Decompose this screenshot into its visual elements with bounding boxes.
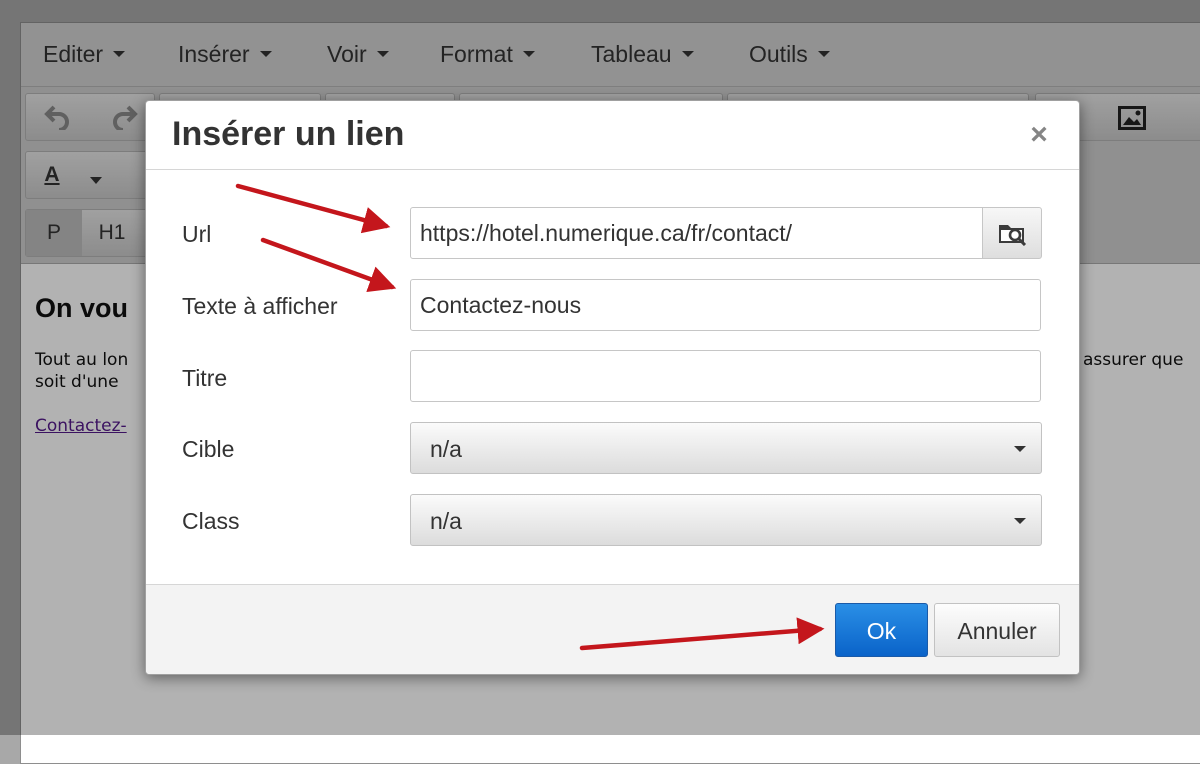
text-label: Texte à afficher xyxy=(182,293,338,319)
title-label: Titre xyxy=(182,365,228,391)
url-input[interactable] xyxy=(410,207,983,259)
dialog-title: Insérer un lien xyxy=(172,115,405,153)
folder-search-icon xyxy=(999,225,1027,246)
target-label: Cible xyxy=(182,436,235,462)
dialog-footer: Ok Annuler xyxy=(146,584,1079,674)
class-select[interactable]: n/a xyxy=(410,494,1042,546)
insert-link-dialog: Insérer un lien × Url Texte à afficher T… xyxy=(145,100,1080,675)
ok-button[interactable]: Ok xyxy=(835,603,928,657)
dialog-header: Insérer un lien × xyxy=(146,101,1079,170)
url-label: Url xyxy=(182,221,212,247)
title-input[interactable] xyxy=(410,350,1041,402)
cancel-button[interactable]: Annuler xyxy=(934,603,1060,657)
browse-button[interactable] xyxy=(982,207,1042,259)
target-select-value: n/a xyxy=(430,436,462,462)
caret-down-icon xyxy=(1014,446,1026,452)
caret-down-icon xyxy=(1014,518,1026,524)
class-select-value: n/a xyxy=(430,508,462,534)
class-label: Class xyxy=(182,508,240,534)
target-select[interactable]: n/a xyxy=(410,422,1042,474)
text-input[interactable] xyxy=(410,279,1041,331)
close-icon[interactable]: × xyxy=(1025,119,1053,151)
